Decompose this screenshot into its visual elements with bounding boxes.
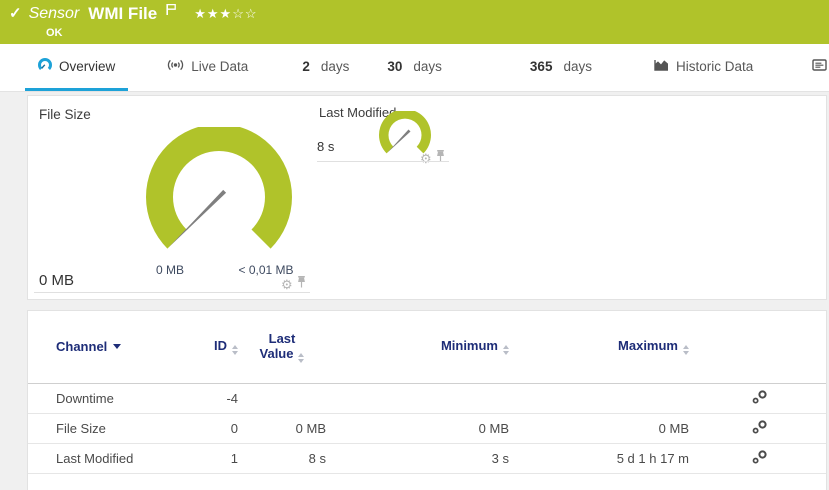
channel-minimum: 0 MB (326, 413, 509, 443)
gauge-needle (387, 130, 410, 153)
last-modified-gauge-tools: ⚙ (420, 149, 445, 167)
channel-maximum: 0 MB (509, 413, 689, 443)
pin-icon[interactable] (297, 275, 306, 293)
tab-label: days (413, 59, 442, 74)
tab-log[interactable]: Log (799, 44, 829, 91)
channel-maximum: 5 d 1 h 17 m (509, 443, 689, 473)
tab-30-days[interactable]: 30 days (374, 44, 455, 91)
channel-name: Last Modified (28, 443, 196, 473)
channel-minimum (326, 383, 509, 413)
column-header-last-value[interactable]: LastValue (238, 311, 326, 383)
tab-2-days[interactable]: 2 days (289, 44, 362, 91)
live-data-icon (167, 58, 184, 75)
sensor-status-bar: ✓ Sensor WMI File ★★★☆☆ OK (0, 0, 829, 44)
gauge-icon (38, 58, 52, 74)
channel-last-value: 0 MB (238, 413, 326, 443)
tab-label: Historic Data (676, 59, 753, 74)
sort-arrows-icon (683, 345, 689, 355)
sort-arrows-icon (503, 345, 509, 355)
divider (34, 292, 310, 293)
gear-icon[interactable]: ⚙ (420, 152, 432, 165)
file-size-gauge-tools: ⚙ (281, 275, 306, 293)
tab-label: days (563, 59, 592, 74)
tab-number: 30 (387, 59, 402, 74)
tab-label: days (321, 59, 350, 74)
priority-stars[interactable]: ★★★☆☆ (194, 6, 257, 22)
tab-overview[interactable]: Overview (25, 44, 128, 91)
tab-label: Overview (59, 59, 115, 74)
tab-number: 365 (530, 59, 553, 74)
column-header-edit (689, 311, 826, 383)
table-row: Last Modified 1 8 s 3 s 5 d 1 h 17 m (28, 443, 826, 473)
channel-last-value (238, 383, 326, 413)
gear-icon[interactable]: ⚙ (281, 278, 293, 291)
sensor-status-text: OK (46, 27, 819, 39)
divider (317, 161, 449, 162)
channel-name: Downtime (28, 383, 196, 413)
channel-name: File Size (28, 413, 196, 443)
gauges-card: File Size 0 MB < 0,01 MB 0 MB ⚙ Last Mod… (27, 95, 827, 300)
channel-id: 1 (196, 443, 238, 473)
channel-id: 0 (196, 413, 238, 443)
gauge-scale-min: 0 MB (140, 263, 200, 277)
channel-minimum: 3 s (326, 443, 509, 473)
tab-label: Live Data (191, 59, 248, 74)
pin-icon[interactable] (436, 149, 445, 167)
column-header-maximum[interactable]: Maximum (509, 311, 689, 383)
column-header-id[interactable]: ID (196, 311, 238, 383)
edit-channel-icon[interactable] (752, 450, 768, 467)
tab-number: 2 (302, 59, 310, 74)
sort-arrows-icon (298, 353, 304, 363)
channels-table: Channel ID LastValue Minimum Maximum Dow… (28, 311, 826, 474)
sensor-kind-label: Sensor (29, 5, 80, 23)
edit-channel-icon[interactable] (752, 420, 768, 437)
edit-channel-icon[interactable] (752, 390, 768, 407)
file-size-value: 0 MB (39, 272, 74, 289)
log-icon (812, 59, 827, 74)
overview-content: File Size 0 MB < 0,01 MB 0 MB ⚙ Last Mod… (0, 92, 829, 490)
sort-arrows-icon (232, 345, 238, 355)
channel-maximum (509, 383, 689, 413)
tab-historic-data[interactable]: Historic Data (641, 44, 766, 91)
tab-live-data[interactable]: Live Data (154, 44, 261, 91)
table-header-row: Channel ID LastValue Minimum Maximum (28, 311, 826, 383)
table-row: Downtime -4 (28, 383, 826, 413)
tab-365-days[interactable]: 365 days (517, 44, 605, 91)
area-chart-icon (654, 59, 669, 74)
sensor-tab-bar: Overview Live Data 2 days 30 days 365 da… (0, 44, 829, 92)
table-row: File Size 0 0 MB 0 MB 0 MB (28, 413, 826, 443)
sensor-title: WMI File (88, 5, 157, 23)
column-header-minimum[interactable]: Minimum (326, 311, 509, 383)
last-modified-value: 8 s (317, 139, 334, 154)
ok-check-icon: ✓ (9, 5, 22, 23)
column-header-channel[interactable]: Channel (28, 311, 196, 383)
file-size-gauge (144, 127, 294, 277)
channel-last-value: 8 s (238, 443, 326, 473)
file-size-gauge-title: File Size (39, 107, 91, 122)
flag-icon[interactable] (166, 3, 177, 21)
channel-id: -4 (196, 383, 238, 413)
sort-caret-icon (113, 344, 121, 349)
channels-card: Channel ID LastValue Minimum Maximum Dow… (27, 310, 827, 490)
